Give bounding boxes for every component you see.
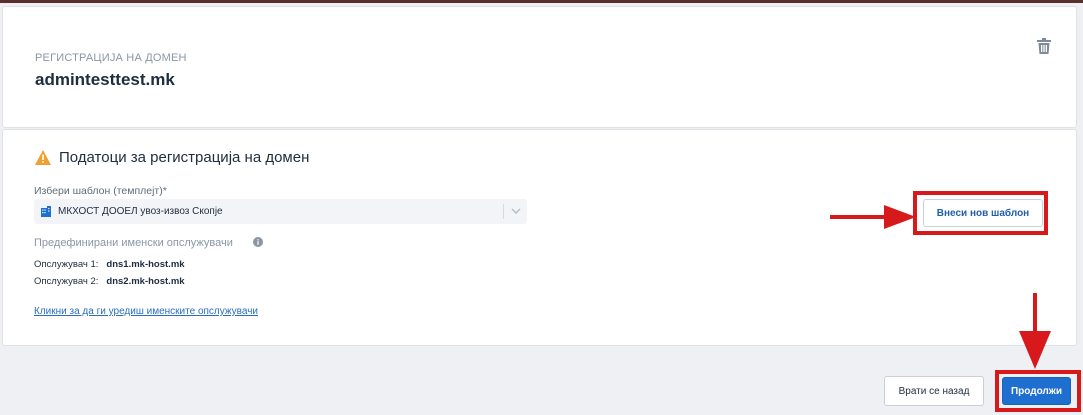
template-select[interactable]: МКХОСТ ДООЕЛ увоз-извоз Скопје — [34, 199, 527, 224]
chevron-down-icon[interactable] — [511, 207, 521, 215]
domain-name: admintesttest.mk — [35, 70, 175, 89]
nameserver-value: dns1.mk-host.mk — [106, 259, 185, 270]
section-title: Податоци за регистрација на домен — [59, 149, 310, 166]
warning-icon — [35, 150, 51, 165]
template-value: МКХОСТ ДООЕЛ увоз-извоз Скопје — [58, 206, 223, 217]
new-template-button[interactable]: Внеси нов шаблон — [923, 199, 1043, 227]
trash-icon[interactable] — [1037, 38, 1051, 54]
building-icon — [41, 206, 51, 217]
arrow-down-icon — [1019, 293, 1051, 369]
back-button[interactable]: Врати се назад — [884, 376, 984, 406]
card-subtitle: РЕГИСТРАЦИЈА НА ДОМЕН — [35, 52, 187, 64]
nameserver-row-2: Опслужувач 2: dns2.mk-host.mk — [34, 276, 185, 287]
nameservers-title: Предефинирани именски опслужувачи — [34, 237, 233, 249]
nameserver-label: Опслужувач 1: — [34, 259, 99, 270]
top-bar — [0, 0, 1083, 3]
nameserver-label: Опслужувач 2: — [34, 276, 99, 287]
info-icon — [253, 237, 263, 247]
select-separator — [503, 204, 504, 219]
continue-button[interactable]: Продолжи — [1002, 377, 1071, 405]
nameserver-value: dns2.mk-host.mk — [106, 276, 185, 287]
nameserver-row-1: Опслужувач 1: dns1.mk-host.mk — [34, 259, 185, 270]
edit-nameservers-link[interactable]: Кликни за да ги уредиш именските опслужу… — [34, 306, 258, 317]
domain-card: РЕГИСТРАЦИЈА НА ДОМЕН admintesttest.mk — [2, 6, 1077, 128]
arrow-right-icon — [830, 205, 916, 229]
template-label: Избери шаблон (темплејт)* — [34, 185, 167, 197]
